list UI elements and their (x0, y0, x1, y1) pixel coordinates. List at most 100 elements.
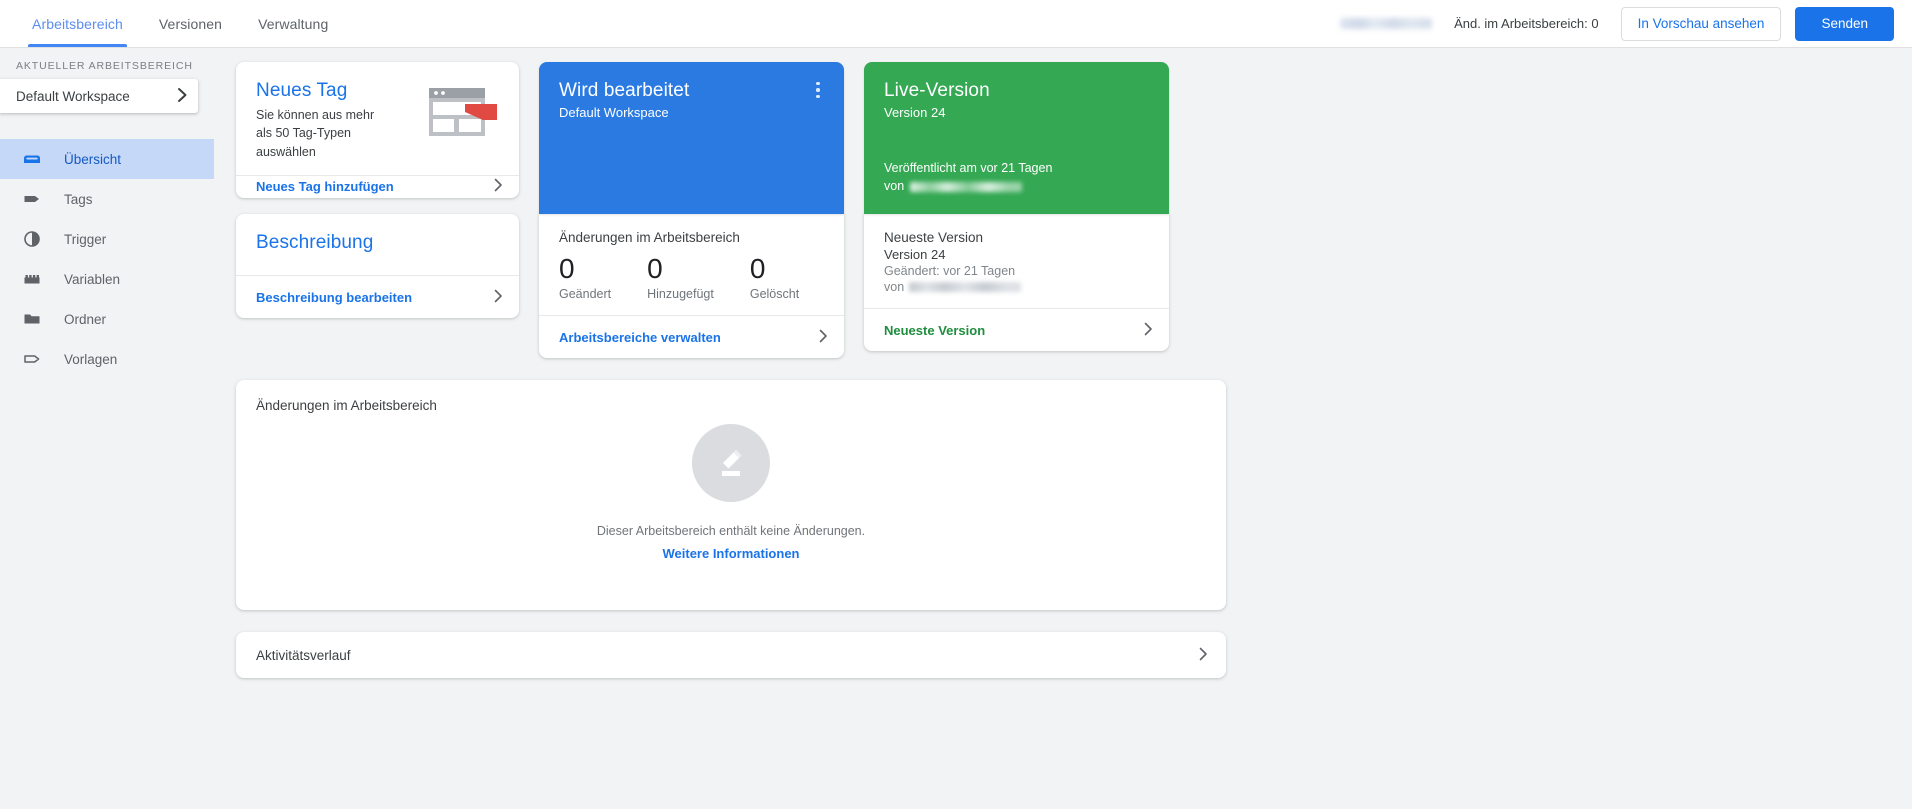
live-version-publish-info: Veröffentlicht am vor 21 Tagen von (884, 159, 1149, 197)
tab-versionen[interactable]: Versionen (141, 0, 240, 47)
counter-geaendert: 0 Geändert (559, 253, 611, 301)
description-card-footer[interactable]: Beschreibung bearbeiten (236, 275, 519, 318)
account-id-redacted (1340, 18, 1433, 29)
overview-cards: Neues Tag Sie können aus mehr als 50 Tag… (236, 62, 1226, 359)
preview-button[interactable]: In Vorschau ansehen (1620, 6, 1782, 41)
live-version-status-card: Live-Version Version 24 Veröffentlicht a… (864, 62, 1169, 214)
submit-button[interactable]: Senden (1795, 6, 1894, 41)
activity-history-row[interactable]: Aktivitätsverlauf (236, 632, 1226, 679)
tab-label: Arbeitsbereich (32, 15, 123, 32)
sidebar-item-label: Vorlagen (64, 351, 118, 367)
content-column: Neues Tag Sie können aus mehr als 50 Tag… (236, 62, 1226, 679)
description-title: Beschreibung (256, 232, 374, 253)
workspace-status-title: Wird bearbeitet (559, 80, 690, 101)
workspace-change-counters: 0 Geändert 0 Hinzugefügt 0 Gelöscht (559, 253, 824, 301)
live-version-subtitle: Version 24 (884, 105, 946, 120)
sidebar: AKTUELLER ARBEITSBEREICH Default Workspa… (0, 48, 214, 809)
counter-label: Gelöscht (749, 287, 800, 302)
top-bar-actions: Änd. im Arbeitsbereich: 0 In Vorschau an… (1340, 0, 1912, 47)
workspace-changes-body: Änderungen im Arbeitsbereich 0 Geändert … (539, 214, 844, 315)
counter-hinzugefuegt: 0 Hinzugefügt (647, 253, 714, 301)
tag-icon (22, 189, 42, 209)
counter-value: 0 (647, 253, 663, 284)
manage-workspaces-link: Arbeitsbereiche verwalten (559, 329, 721, 345)
workspace-changes-count: Änd. im Arbeitsbereich: 0 (1454, 16, 1599, 31)
sidebar-item-uebersicht[interactable]: Übersicht (0, 139, 214, 179)
new-tag-subtitle: Sie können aus mehr als 50 Tag-Typen aus… (256, 108, 375, 159)
tab-arbeitsbereich[interactable]: Arbeitsbereich (14, 0, 141, 47)
chevron-right-icon (1199, 647, 1208, 664)
latest-version-heading: Neueste Version (884, 230, 984, 245)
cards-column-right: Live-Version Version 24 Veröffentlicht a… (864, 62, 1169, 358)
sidebar-item-label: Trigger (64, 231, 107, 247)
sidebar-item-label: Übersicht (64, 151, 122, 167)
trigger-icon (22, 229, 42, 249)
manage-workspaces-footer[interactable]: Arbeitsbereiche verwalten (539, 315, 844, 358)
workspace-changes-heading: Änderungen im Arbeitsbereich (559, 230, 740, 245)
top-bar: Arbeitsbereich Versionen Verwaltung Änd.… (0, 0, 1912, 48)
edit-description-link: Beschreibung bearbeiten (256, 289, 413, 305)
primary-tabs: Arbeitsbereich Versionen Verwaltung (0, 0, 346, 47)
overview-icon (22, 149, 42, 169)
folder-icon (22, 309, 42, 329)
latest-version-number: Version 24 (884, 247, 946, 262)
sidebar-item-label: Tags (64, 191, 93, 207)
cards-column-middle: Wird bearbeitet Default Workspace Änderu… (539, 62, 844, 359)
workspace-changes-panel: Änderungen im Arbeitsbereich Dieser Arbe… (236, 380, 1226, 611)
workspace-status-subtitle: Default Workspace (559, 105, 669, 120)
browser-tag-illustration-icon (427, 84, 499, 145)
sidebar-item-vorlagen[interactable]: Vorlagen (0, 339, 198, 379)
panel-title: Änderungen im Arbeitsbereich (256, 398, 437, 414)
empty-state: Dieser Arbeitsbereich enthält keine Ände… (236, 424, 1226, 561)
sidebar-item-label: Variablen (64, 271, 121, 287)
counter-value: 0 (559, 253, 575, 284)
new-tag-title: Neues Tag (256, 80, 348, 101)
tab-label: Versionen (158, 15, 223, 32)
chevron-right-icon (494, 289, 503, 306)
latest-version-body: Neueste Version Version 24 Geändert: vor… (864, 214, 1169, 308)
edit-pencil-icon (692, 424, 770, 503)
latest-version-modified: Geändert: vor 21 Tagen (884, 264, 1016, 278)
workspace-selector[interactable]: Default Workspace (0, 79, 198, 113)
latest-version-von-label: von (884, 280, 905, 294)
latest-version-link: Neueste Version (884, 322, 986, 338)
sidebar-item-tags[interactable]: Tags (0, 179, 198, 219)
variables-icon (22, 269, 42, 289)
live-version-title: Live-Version (884, 80, 990, 101)
counter-label: Geändert (559, 287, 612, 302)
sidebar-item-label: Ordner (64, 311, 107, 327)
sidebar-item-trigger[interactable]: Trigger (0, 219, 198, 259)
add-new-tag-link: Neues Tag hinzufügen (256, 179, 394, 195)
counter-value: 0 (749, 253, 766, 284)
new-tag-card-footer[interactable]: Neues Tag hinzufügen (236, 174, 519, 198)
empty-state-message: Dieser Arbeitsbereich enthält keine Ände… (596, 524, 866, 539)
workspace-status-card: Wird bearbeitet Default Workspace (539, 62, 844, 214)
workspace-card-overflow-menu-icon[interactable] (806, 78, 830, 102)
description-card: Beschreibung Beschreibung bearbeiten (236, 214, 519, 318)
publisher-email-redacted (910, 181, 1023, 192)
description-card-body: Beschreibung (236, 214, 519, 275)
latest-version-author: von (884, 280, 1149, 294)
chevron-right-icon (819, 329, 828, 346)
latest-version-footer[interactable]: Neueste Version (864, 308, 1169, 351)
tab-label: Verwaltung (258, 15, 329, 32)
sidebar-nav: Übersicht Tags Trigger Variablen Ordner … (0, 139, 214, 379)
chevron-right-icon (177, 87, 188, 106)
tab-verwaltung[interactable]: Verwaltung (240, 0, 346, 47)
sidebar-item-variablen[interactable]: Variablen (0, 259, 198, 299)
more-information-link[interactable]: Weitere Informationen (662, 546, 799, 561)
workspace-selector-label: Default Workspace (16, 88, 130, 104)
live-version-published-line: Veröffentlicht am vor 21 Tagen (884, 160, 1053, 175)
cards-column-left: Neues Tag Sie können aus mehr als 50 Tag… (236, 62, 519, 358)
main-content: Neues Tag Sie können aus mehr als 50 Tag… (214, 48, 1912, 809)
chevron-right-icon (494, 178, 503, 195)
counter-geloescht: 0 Gelöscht (750, 253, 799, 301)
latest-version-card: Neueste Version Version 24 Geändert: vor… (864, 214, 1169, 351)
author-email-redacted (909, 282, 1022, 292)
templates-icon (22, 349, 42, 369)
new-tag-card: Neues Tag Sie können aus mehr als 50 Tag… (236, 62, 519, 198)
activity-history-label: Aktivitätsverlauf (256, 647, 351, 663)
chevron-right-icon (1144, 322, 1153, 339)
sidebar-caption: AKTUELLER ARBEITSBEREICH (16, 60, 193, 72)
sidebar-item-ordner[interactable]: Ordner (0, 299, 198, 339)
